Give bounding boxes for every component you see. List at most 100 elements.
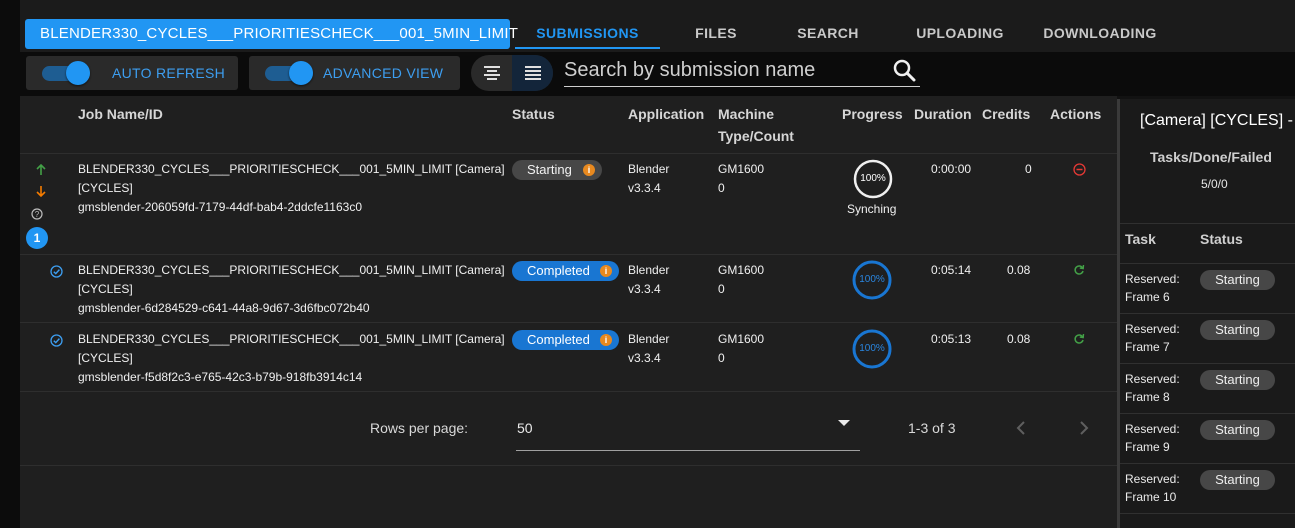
chevron-down-icon xyxy=(838,420,850,426)
move-up-icon[interactable] xyxy=(35,164,47,176)
align-justify-icon xyxy=(524,66,541,80)
machine-type: GM1600 xyxy=(718,263,765,277)
duration: 0:05:13 xyxy=(931,332,972,346)
header-duration[interactable]: Duration xyxy=(914,103,972,125)
credits: 0.08 xyxy=(1007,332,1031,346)
duration: 0:05:14 xyxy=(931,263,972,277)
rerun-icon[interactable] xyxy=(1073,264,1085,276)
rows-per-page-value: 50 xyxy=(517,420,533,436)
tasks-summary-header: Tasks/Done/Failed xyxy=(1150,149,1272,165)
job-detail-panel: [Camera] [CYCLES] - Tasks/Done/Failed 5/… xyxy=(1117,99,1295,528)
status-badge: Starting i xyxy=(512,160,602,180)
advanced-view-toggle[interactable]: ADVANCED VIEW xyxy=(249,56,460,90)
rerun-icon[interactable] xyxy=(1073,333,1085,345)
task-reserved: Reserved: xyxy=(1125,422,1180,436)
project-button[interactable]: BLENDER330_CYCLES___PRIORITIESCHECK___00… xyxy=(25,19,518,49)
task-frame: Frame 6 xyxy=(1125,290,1170,304)
machine-count: 0 xyxy=(718,351,725,365)
job-id: gmsblender-6d284529-c641-44a8-9d67-3d6fb… xyxy=(78,301,370,315)
divider xyxy=(1120,263,1295,264)
rows-per-page-select[interactable]: 50 xyxy=(516,414,860,451)
task-label: Reserved: Frame 7 xyxy=(1125,320,1180,356)
search-bar xyxy=(564,56,920,87)
header-status[interactable]: Status xyxy=(512,103,555,125)
job-name-tag: [CYCLES] xyxy=(78,282,133,296)
task-frame: Frame 7 xyxy=(1125,340,1170,354)
task-reserved: Reserved: xyxy=(1125,472,1180,486)
header-machine[interactable]: Machine xyxy=(718,103,774,125)
task-label: Reserved: Frame 6 xyxy=(1125,270,1180,306)
status-text: Starting xyxy=(527,162,572,177)
info-icon[interactable]: i xyxy=(583,164,595,176)
job-id: gmsblender-206059fd-7179-44df-bab4-2ddcf… xyxy=(78,200,362,214)
toggle-knob[interactable] xyxy=(66,61,90,85)
credits: 0 xyxy=(1025,162,1032,176)
tasks-summary-counts: 5/0/0 xyxy=(1201,177,1228,191)
divider xyxy=(20,153,1117,154)
tab-submissions[interactable]: SUBMISSIONS xyxy=(515,19,660,49)
app-name: Blender xyxy=(628,263,670,277)
job-name[interactable]: BLENDER330_CYCLES___PRIORITIESCHECK___00… xyxy=(78,160,505,179)
progress-note: Synching xyxy=(847,202,897,216)
divider xyxy=(1120,313,1295,314)
status-badge: Completed i xyxy=(512,261,619,281)
app-name: Blender xyxy=(628,162,670,176)
auto-refresh-toggle[interactable]: AUTO REFRESH xyxy=(26,56,238,90)
align-justify-button[interactable] xyxy=(512,55,553,91)
duration: 0:00:00 xyxy=(931,162,972,176)
job-name-tag: [CYCLES] xyxy=(78,181,133,195)
task-reserved: Reserved: xyxy=(1125,372,1180,386)
job-name[interactable]: BLENDER330_CYCLES___PRIORITIESCHECK___00… xyxy=(78,330,505,349)
task-status-badge: Starting xyxy=(1200,270,1275,290)
help-icon[interactable]: ? xyxy=(31,208,43,220)
task-label: Reserved: Frame 9 xyxy=(1125,420,1180,456)
advanced-view-label: ADVANCED VIEW xyxy=(323,65,444,81)
next-page-icon[interactable] xyxy=(1078,420,1090,436)
view-density-toggle xyxy=(471,55,553,91)
tab-files[interactable]: FILES xyxy=(660,19,772,49)
tab-uploading[interactable]: UPLOADING xyxy=(884,19,1036,49)
toggle-knob[interactable] xyxy=(289,61,313,85)
info-icon[interactable]: i xyxy=(600,334,612,346)
progress-value: 100% xyxy=(859,274,885,285)
task-frame: Frame 8 xyxy=(1125,390,1170,404)
divider xyxy=(1120,363,1295,364)
task-status-badge: Starting xyxy=(1200,470,1275,490)
move-down-icon[interactable] xyxy=(35,185,47,197)
header-job-name[interactable]: Job Name/ID xyxy=(78,103,163,125)
divider xyxy=(20,391,1117,392)
job-name[interactable]: BLENDER330_CYCLES___PRIORITIESCHECK___00… xyxy=(78,261,505,280)
auto-refresh-label: AUTO REFRESH xyxy=(112,65,226,81)
info-icon[interactable]: i xyxy=(600,265,612,277)
status-badge: Completed i xyxy=(512,330,619,350)
left-edge xyxy=(0,0,20,528)
progress-value: 100% xyxy=(860,173,886,184)
app-version: v3.3.4 xyxy=(628,181,661,195)
tab-downloading[interactable]: DOWNLOADING xyxy=(1036,19,1164,49)
divider xyxy=(20,254,1117,255)
job-id: gmsblender-f5d8f2c3-e765-42c3-b79b-918fb… xyxy=(78,370,363,384)
divider xyxy=(1120,223,1295,224)
prev-page-icon[interactable] xyxy=(1015,420,1027,436)
header-application[interactable]: Application xyxy=(628,103,704,125)
align-center-button[interactable] xyxy=(471,55,512,91)
header-progress[interactable]: Progress xyxy=(842,103,903,125)
search-input[interactable] xyxy=(564,56,884,84)
header-machine-count[interactable]: Type/Count xyxy=(718,125,794,147)
search-icon[interactable] xyxy=(892,58,916,82)
status-text: Completed xyxy=(527,332,590,347)
svg-text:?: ? xyxy=(35,210,40,219)
header-actions: Actions xyxy=(1050,106,1102,122)
divider xyxy=(20,465,1117,466)
machine-type: GM1600 xyxy=(718,332,765,346)
header-credits[interactable]: Credits xyxy=(982,103,1030,125)
machine-count: 0 xyxy=(718,181,725,195)
cancel-icon[interactable] xyxy=(1073,163,1086,176)
tab-bar: SUBMISSIONS FILES SEARCH UPLOADING DOWNL… xyxy=(515,19,1164,49)
task-status-badge: Starting xyxy=(1200,320,1275,340)
task-frame: Frame 9 xyxy=(1125,440,1170,454)
divider xyxy=(1120,513,1295,514)
job-name-tag: [CYCLES] xyxy=(78,351,133,365)
app-name: Blender xyxy=(628,332,670,346)
tab-search[interactable]: SEARCH xyxy=(772,19,884,49)
